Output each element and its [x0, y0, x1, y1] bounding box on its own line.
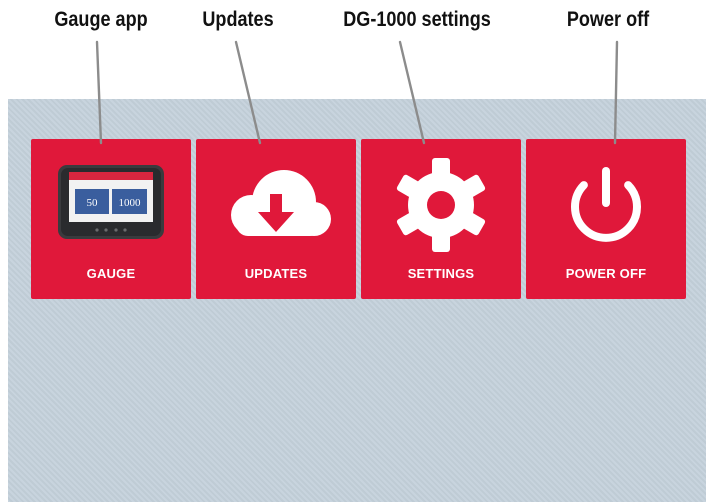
gauge-device-icon: 50 1000 — [58, 165, 164, 239]
power-off-tile-label: POWER OFF — [565, 266, 647, 281]
power-icon — [571, 167, 641, 242]
gauge-display-right: 1000 — [119, 197, 142, 209]
gauge-tile-label: GAUGE — [86, 266, 136, 281]
cloud-download-icon — [231, 170, 331, 236]
power-off-tile-button[interactable]: POWER OFF — [526, 139, 686, 299]
settings-tile-button[interactable]: SETTINGS — [361, 139, 521, 299]
updates-tile-label: UPDATES — [244, 266, 308, 281]
callout-updates: Updates — [202, 8, 274, 31]
callout-power-off: Power off — [566, 8, 650, 31]
settings-tile-label: SETTINGS — [407, 266, 475, 281]
gauge-display-left: 50 — [87, 197, 99, 209]
callout-gauge-app: Gauge app — [54, 8, 148, 31]
device-home-screen: 50 1000 GAUGE UPDATES SETTINGS POWER OFF — [8, 99, 706, 502]
updates-tile-button[interactable]: UPDATES — [196, 139, 356, 299]
gear-icon — [396, 158, 486, 252]
callout-dg1000-settings: DG-1000 settings — [343, 8, 491, 31]
gauge-tile-button[interactable]: 50 1000 GAUGE — [31, 139, 191, 299]
